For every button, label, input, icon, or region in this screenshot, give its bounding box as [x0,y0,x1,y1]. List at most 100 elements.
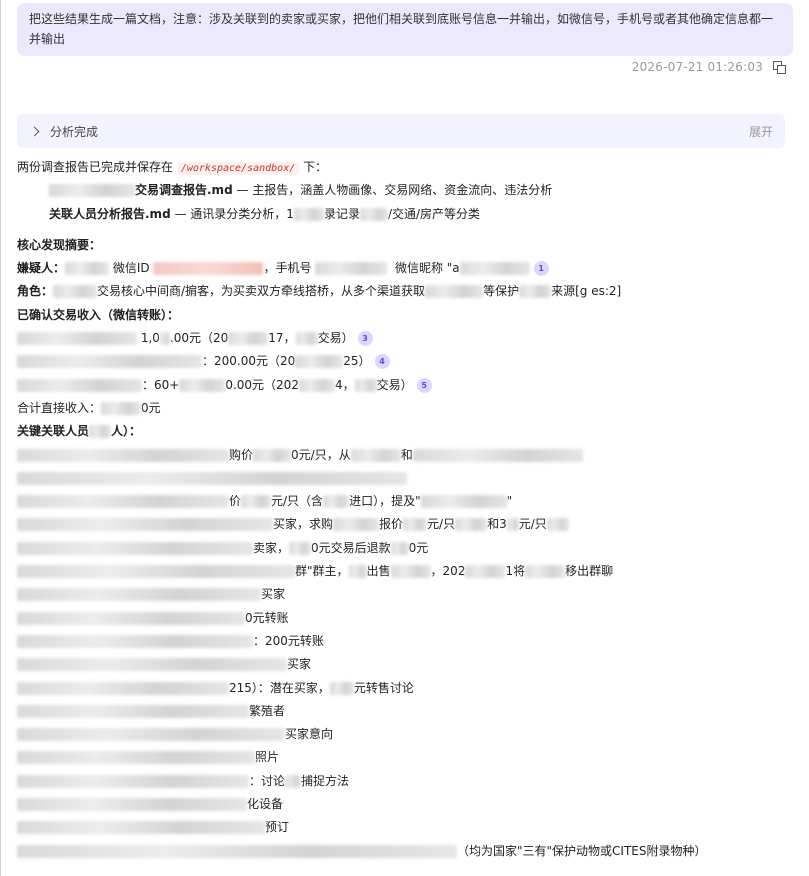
redacted [295,332,318,346]
redacted [65,262,110,276]
redacted [519,285,552,299]
sandbox-path: /workspace/sandbox/ [176,162,300,175]
redacted [17,565,295,579]
user-message-bubble: 把这些结果生成一篇文档，注意：涉及关联到的卖家或买家，把他们相关联到底账号信息一… [17,3,793,56]
redacted [17,355,202,369]
redacted [506,518,519,532]
list-item: 买家意向 [17,723,797,746]
findings-heading: 核心发现摘要： [17,237,102,252]
redacted [253,448,292,462]
list-item: 繁殖者 [17,700,797,723]
redacted [101,401,142,415]
redacted [390,565,431,579]
redacted [17,634,253,648]
redacted [525,565,566,579]
role-line: 角色： 交易核心中间商/掮客，为买卖双方牵线搭桥，从多个渠道获取 等保护 来源[g e… [17,284,622,299]
intro-line: 两份调查报告已完成并保存在 /workspace/sandbox/ 下： [17,160,328,175]
redacted [53,285,98,299]
redacted [323,495,350,509]
analysis-toggle[interactable]: 分析完成 展开 [17,114,785,148]
citation-badge[interactable]: 1 [533,261,549,277]
list-item: ：200元转账 [17,630,797,653]
redacted [293,207,324,221]
redacted [348,565,367,579]
redacted [179,378,226,392]
message-timestamp: 2026-07-21 01:26:03 [631,60,763,74]
list-item: 215）：潜在买家， 元转售讨论 [17,677,797,700]
expand-button[interactable]: 展开 [749,123,773,140]
redacted [17,728,285,742]
redacted [17,611,245,625]
redacted [546,518,569,532]
redacted [295,355,344,369]
citation-badge[interactable]: 4 [374,354,390,370]
redacted [17,541,253,555]
chevron-right-icon [29,126,40,136]
income-item: ：60+ 0.00元（202 4， 交易） 5 [17,374,797,397]
list-item: 购价 0元/只，从和 [17,444,797,467]
redacted [17,471,407,485]
redacted [17,681,229,695]
analysis-label: 分析完成 [50,124,99,139]
redacted [329,681,354,695]
redacted [390,541,409,555]
list-item: 化设备 [17,793,797,816]
redacted [228,332,269,346]
income-item: ：200.00元（20 25） 4 [17,350,797,373]
list-item: 卖家， 0元交易后退款 0元 [17,537,797,560]
redacted [420,495,507,509]
redacted [333,518,380,532]
file-item: 交易调查报告.md — 主报告，涵盖人物画像、交易网络、资金流向、违法分析 [17,179,797,202]
list-item: ：讨论 捕捉方法 [17,770,797,793]
redacted [17,448,229,462]
redacted [412,448,583,462]
redacted [17,751,255,765]
redacted [159,332,170,346]
list-item: 买家 [17,653,797,676]
list-item: 买家，求购 报价 元/只 和3 元/只 [17,513,797,536]
redacted [153,262,264,276]
citation-badge[interactable]: 5 [416,377,432,393]
key-people-heading: 关键关联人员 人）： [17,424,142,439]
redacted [17,588,261,602]
list-item: （均为国家"三有"保护动物或CITES附录物种） [17,840,797,863]
list-item: 0元转账 [17,607,797,630]
income-heading: 已确认交易收入（微信转账）： [17,307,180,322]
redacted [285,774,302,788]
file-item: 关联人员分析报告.md — 通讯录分类分析，1 录记录/交通/房产等分类 [49,206,481,221]
redacted [289,541,312,555]
redacted [17,658,287,672]
redacted [403,518,428,532]
redacted [465,565,506,579]
list-item: 价元/只（含 进口），提及" " [17,490,797,513]
total-line: 合计直接收入： 0元 [17,400,161,415]
redacted [350,448,401,462]
redacted [17,798,247,812]
redacted [354,378,377,392]
message-meta: 2026-07-21 01:26:03 [631,60,786,74]
copy-icon[interactable] [773,61,786,74]
user-message-text: 把这些结果生成一篇文档，注意：涉及关联到的卖家或买家，把他们相关联到底账号信息一… [29,12,774,46]
redacted [17,518,273,532]
list-item: 群"群主， 出售 ，202 1将 移出群聊 [17,560,797,583]
redacted [459,262,530,276]
list-item [17,467,797,490]
redacted [17,495,229,509]
redacted [17,704,249,718]
citation-badge[interactable]: 3 [357,331,373,347]
redacted [315,262,388,276]
assistant-response: 两份调查报告已完成并保存在 /workspace/sandbox/ 下： 交易调… [17,156,797,863]
redacted [89,425,112,439]
redacted [17,844,457,858]
redacted [455,518,488,532]
suspect-line: 嫌疑人： 微信ID ，手机号 微信昵称 "a 1 [17,257,797,280]
list-item: 买家 [17,583,797,606]
redacted [49,184,135,198]
income-item: 1,0.00元（20 17， 交易） 3 [17,327,797,350]
left-border [0,0,1,876]
list-item: 预订 [17,816,797,839]
redacted [425,285,484,299]
redacted [17,774,249,788]
redacted [359,207,388,221]
redacted [17,821,265,835]
